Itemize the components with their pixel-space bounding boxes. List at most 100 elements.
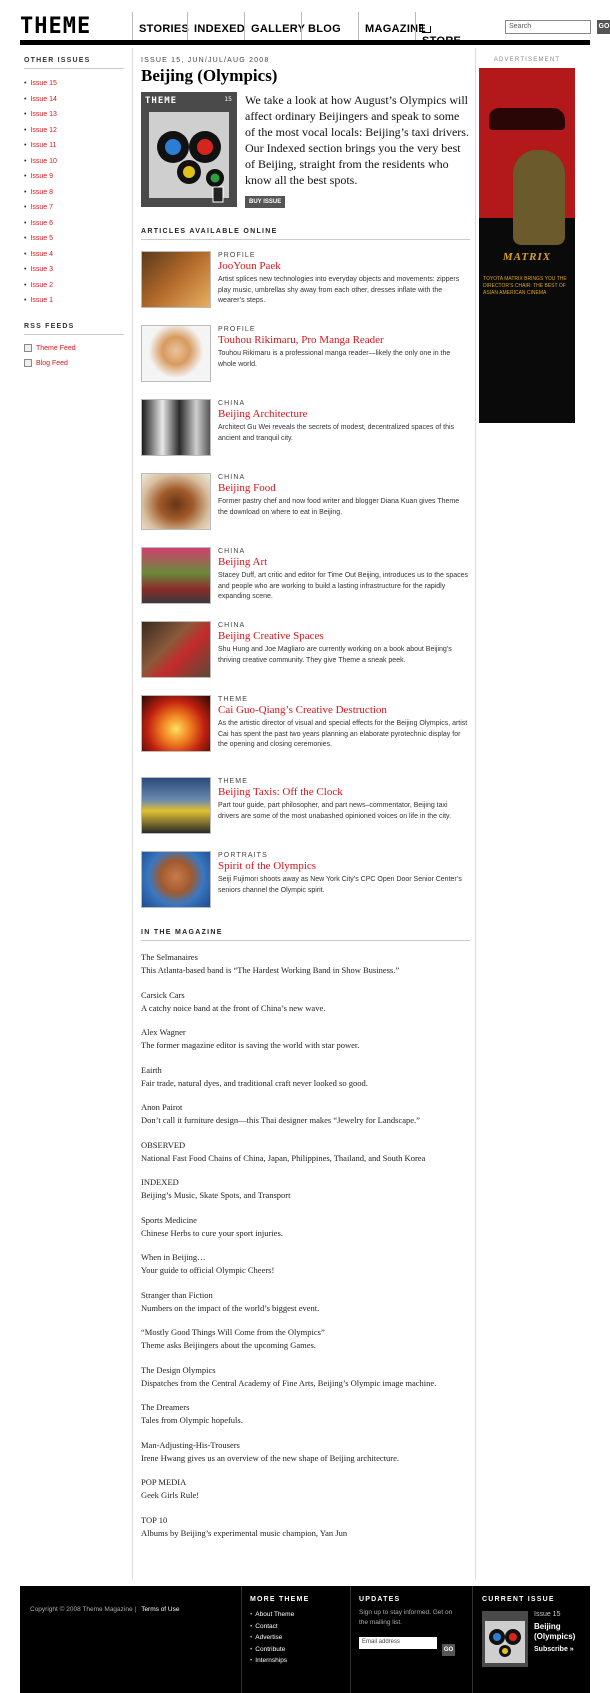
terms-link[interactable]: Terms of Use (141, 1606, 179, 1613)
article-item: THEME Cai Guo-Qiang’s Creative Destructio… (141, 695, 470, 777)
current-issue-number: Issue 15 (534, 1611, 561, 1618)
article-title-link[interactable]: Touhou Rikimaru, Pro Manga Reader (218, 334, 470, 346)
magazine-item-title: INDEXED (141, 1177, 179, 1187)
ad-banner[interactable]: MATRIX TOYOTA MATRIX BRINGS YOU THE DIRE… (479, 68, 575, 423)
article-title-link[interactable]: JooYoun Paek (218, 260, 470, 272)
search-go-button[interactable]: GO (597, 20, 610, 34)
magazine-item: OBSERVED National Fast Food Chains of Chi… (141, 1139, 470, 1177)
magazine-item: Eairth Fair trade, natural dyes, and trad… (141, 1064, 470, 1102)
more-theme-heading: MORE THEME (250, 1596, 310, 1603)
footer-divider (350, 1586, 351, 1693)
cover-image[interactable]: THEME 15 (141, 92, 237, 207)
email-field[interactable]: Email address (359, 1637, 437, 1649)
email-go-button[interactable]: GO (442, 1644, 455, 1656)
magazine-item-title: The Design Olympics (141, 1364, 216, 1375)
current-issue-link[interactable]: Beijing (Olympics) (534, 1622, 584, 1642)
ad-car-image (489, 108, 565, 130)
magazine-item-desc: National Fast Food Chains of China, Japa… (141, 1152, 426, 1163)
issue-link[interactable]: Issue 3 (24, 262, 124, 278)
issue-link[interactable]: Issue 6 (24, 216, 124, 232)
nav-magazine[interactable]: MAGAZINE (358, 12, 426, 45)
magazine-item: The Selmanaires This Atlanta-based band i… (141, 951, 470, 989)
magazine-item-title: Man-Adjusting-His-Trousers (141, 1439, 240, 1450)
footer-link-advertise[interactable]: Advertise (250, 1632, 309, 1644)
nav-gallery[interactable]: GALLERY (244, 12, 305, 40)
magazine-item-desc: Theme asks Beijingers about the upcoming… (141, 1340, 316, 1350)
current-issue-cover[interactable] (482, 1611, 528, 1667)
article-thumbnail[interactable] (141, 473, 211, 530)
article-item: CHINA Beijing Architecture Architect Gu We… (141, 399, 470, 473)
issue-link[interactable]: Issue 7 (24, 200, 124, 216)
magazine-item: “Mostly Good Things Will Come from the O… (141, 1326, 470, 1364)
page-title: Beijing (Olympics) (141, 66, 278, 85)
subscribe-link[interactable]: Subscribe » (534, 1646, 574, 1653)
issue-link[interactable]: Issue 2 (24, 278, 124, 294)
magazine-item-desc: Albums by Beijing’s experimental music c… (141, 1527, 348, 1538)
rss-icon (24, 359, 32, 367)
magazine-item: TOP 10 Albums by Beijing’s experimental m… (141, 1514, 470, 1552)
footer-divider (241, 1586, 242, 1693)
magazine-item-title: POP MEDIA (141, 1477, 187, 1487)
magazine-item-desc: A catchy noice band at the front of Chin… (141, 1002, 326, 1013)
article-thumbnail[interactable] (141, 325, 211, 382)
articles-heading: ARTICLES AVAILABLE ONLINE (141, 228, 470, 240)
ad-copy: TOYOTA MATRIX BRINGS YOU THE DIRECTOR’S … (483, 276, 567, 296)
nav-store[interactable]: STORE (415, 12, 472, 47)
main-nav: STORIES INDEXED GALLERY BLOG MAGAZINE ST… (132, 12, 472, 47)
article-title-link[interactable]: Spirit of the Olympics (218, 860, 470, 872)
issue-link[interactable]: Issue 14 (24, 92, 124, 108)
article-thumbnail[interactable] (141, 621, 211, 678)
issue-link[interactable]: Issue 12 (24, 123, 124, 139)
article-thumbnail[interactable] (141, 851, 211, 908)
footer-link-internships[interactable]: Internships (250, 1655, 309, 1667)
article-thumbnail[interactable] (141, 547, 211, 604)
magazine-item: INDEXED Beijing’s Music, Skate Spots, and… (141, 1176, 470, 1214)
footer-link-contact[interactable]: Contact (250, 1621, 309, 1633)
article-description: Shu Hung and Joe Magliaro are currently … (218, 646, 452, 664)
article-category: PROFILE (218, 326, 256, 333)
issue-link[interactable]: Issue 11 (24, 138, 124, 154)
issue-link[interactable]: Issue 15 (24, 76, 124, 92)
magazine-item-desc: Don’t call it furniture design—this Thai… (141, 1115, 420, 1125)
article-category: THEME (218, 696, 248, 703)
magazine-item-desc: Irene Hwang gives us an overview of the … (141, 1452, 399, 1463)
article-category: THEME (218, 778, 248, 785)
issue-link[interactable]: Issue 13 (24, 107, 124, 123)
buy-issue-button[interactable]: BUY ISSUE (245, 196, 286, 208)
rss-blog-feed[interactable]: Blog Feed (24, 356, 124, 371)
article-thumbnail[interactable] (141, 695, 211, 752)
article-thumbnail[interactable] (141, 777, 211, 834)
rss-theme-feed[interactable]: Theme Feed (24, 341, 124, 356)
article-item: PROFILE JooYoun Paek Artist splices new te… (141, 251, 470, 325)
site-logo[interactable]: THEME (20, 16, 91, 38)
issue-link[interactable]: Issue 10 (24, 154, 124, 170)
issue-link[interactable]: Issue 5 (24, 231, 124, 247)
article-title-link[interactable]: Beijing Taxis: Off the Clock (218, 786, 470, 798)
article-list: PROFILE JooYoun Paek Artist splices new te… (141, 251, 470, 921)
article-thumbnail[interactable] (141, 251, 211, 308)
nav-blog[interactable]: BLOG (301, 12, 358, 40)
nav-indexed[interactable]: INDEXED (187, 12, 245, 40)
article-title-link[interactable]: Beijing Art (218, 556, 470, 568)
article-title-link[interactable]: Beijing Creative Spaces (218, 630, 470, 642)
issue-link[interactable]: Issue 4 (24, 247, 124, 263)
article-title-link[interactable]: Beijing Food (218, 482, 470, 494)
magazine-item-title: The Selmanaires (141, 952, 198, 962)
article-title-link[interactable]: Beijing Architecture (218, 408, 470, 420)
article-thumbnail[interactable] (141, 399, 211, 456)
footer-link-about[interactable]: About Theme (250, 1609, 309, 1621)
magazine-item: When in Beijing… Your guide to official O… (141, 1251, 470, 1289)
article-description: Former pastry chef and now food writer a… (218, 498, 460, 516)
search-input[interactable]: Search (505, 20, 591, 34)
article-title-link[interactable]: Cai Guo-Qiang’s Creative Destruction (218, 704, 470, 716)
article-description: As the artistic director of visual and s… (218, 720, 468, 748)
magazine-item-title: OBSERVED (141, 1139, 186, 1150)
nav-stories[interactable]: STORIES (132, 12, 189, 40)
issue-link[interactable]: Issue 8 (24, 185, 124, 201)
issue-link[interactable]: Issue 9 (24, 169, 124, 185)
footer-current-issue: CURRENT ISSUE Issue 15 Beijing (Olympics… (482, 1596, 587, 1686)
cover-art (485, 1621, 525, 1663)
issue-link[interactable]: Issue 1 (24, 293, 124, 309)
magazine-item-desc: Tales from Olympic hopefuls. (141, 1415, 243, 1425)
footer-link-contribute[interactable]: Contribute (250, 1644, 309, 1656)
